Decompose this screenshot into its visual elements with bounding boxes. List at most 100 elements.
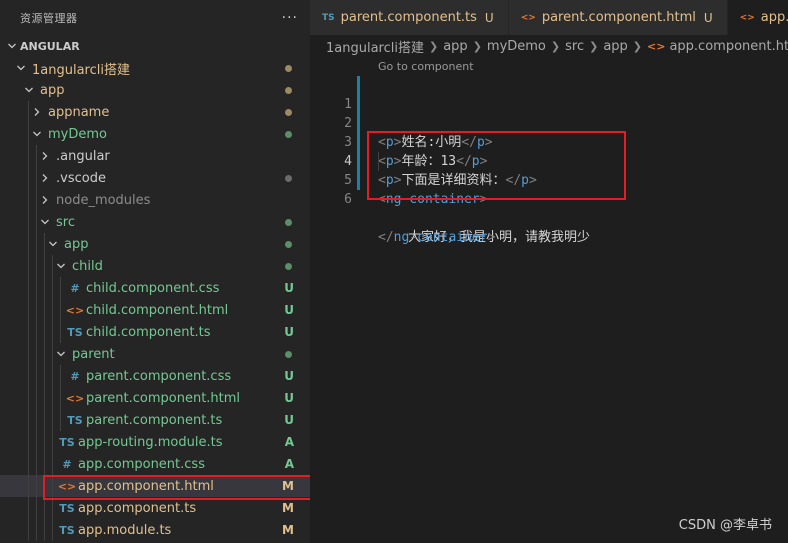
breadcrumb-item[interactable]: 1angularcli搭建 xyxy=(326,37,424,56)
tree-file[interactable]: TS child.component.ts U xyxy=(0,321,310,343)
css-file-icon: # xyxy=(70,369,80,383)
more-actions-icon[interactable]: ··· xyxy=(282,10,298,26)
tree-folder[interactable]: appname xyxy=(0,101,310,123)
git-status-badge: U xyxy=(284,281,294,295)
tree-file[interactable]: # parent.component.css U xyxy=(0,365,310,387)
tree-item-label: parent.component.ts xyxy=(86,412,223,428)
tree-folder[interactable]: child xyxy=(0,255,310,277)
indent-guide xyxy=(44,409,45,431)
chevron-right-icon: ❯ xyxy=(428,39,439,53)
indent-guide xyxy=(36,321,37,343)
tree-file[interactable]: <> child.component.html U xyxy=(0,299,310,321)
indent-guide xyxy=(28,145,29,167)
tree-item-label: src xyxy=(56,214,75,230)
git-status-badge: U xyxy=(284,391,294,405)
breadcrumb-item[interactable]: myDemo xyxy=(487,39,546,54)
tree-folder[interactable]: .angular xyxy=(0,145,310,167)
tree-folder[interactable]: .vscode xyxy=(0,167,310,189)
indent-guide xyxy=(60,409,61,431)
tree-file[interactable]: # child.component.css U xyxy=(0,277,310,299)
tree-folder[interactable]: parent xyxy=(0,343,310,365)
tree-folder[interactable]: node_modules xyxy=(0,189,310,211)
indent-guide xyxy=(60,299,61,321)
workspace-section-title: ANGULAR xyxy=(20,39,80,53)
tab-git-badge: U xyxy=(703,10,713,25)
indent-guide xyxy=(28,211,29,233)
indent-guide xyxy=(36,387,37,409)
tree-folder[interactable]: app xyxy=(0,233,310,255)
indent-guide xyxy=(52,497,53,519)
file-tree: 1angularcli搭建 app appname myDemo .angular .vs… xyxy=(0,57,310,541)
indent-guide xyxy=(44,233,45,255)
tree-file[interactable]: <> parent.component.html U xyxy=(0,387,310,409)
explorer-title: 资源管理器 xyxy=(20,11,78,25)
indent-guide xyxy=(28,431,29,453)
indent-guide xyxy=(52,321,53,343)
git-status-dot xyxy=(285,174,292,182)
tree-folder[interactable]: app xyxy=(0,79,310,101)
tree-file[interactable]: TS app.component.ts M xyxy=(0,497,310,519)
workspace-section-header[interactable]: ANGULAR xyxy=(0,35,310,57)
line-number: 6 xyxy=(344,192,352,207)
tree-folder[interactable]: myDemo xyxy=(0,123,310,145)
indent-guide xyxy=(36,299,37,321)
chevron-right-icon: ❯ xyxy=(632,39,643,53)
typescript-file-icon: TS xyxy=(67,325,83,339)
tree-folder[interactable]: src xyxy=(0,211,310,233)
breadcrumb-file[interactable]: app.component.html xyxy=(669,39,788,54)
indent-guide xyxy=(36,211,37,233)
tree-item-label: appname xyxy=(48,104,110,120)
breadcrumb-item[interactable]: src xyxy=(565,39,584,54)
git-status-dot xyxy=(285,86,292,94)
indent-guide xyxy=(44,453,45,475)
tab-parent-component-html[interactable]: <> parent.component.html U xyxy=(508,0,728,35)
css-file-icon: # xyxy=(62,457,72,471)
git-status-dot xyxy=(285,350,292,358)
indent-guide xyxy=(60,321,61,343)
indent-guide xyxy=(28,321,29,343)
git-status-dot xyxy=(285,262,292,270)
indent-guide xyxy=(36,409,37,431)
tree-folder[interactable]: 1angularcli搭建 xyxy=(0,57,310,79)
chevron-right-icon: ❯ xyxy=(589,39,599,53)
chevron-down-icon xyxy=(46,239,60,249)
indent-guide xyxy=(44,343,45,365)
breadcrumb-item[interactable]: app xyxy=(603,39,627,54)
typescript-file-icon: TS xyxy=(67,413,83,427)
chevron-down-icon xyxy=(54,349,68,359)
tree-file[interactable]: TS parent.component.ts U xyxy=(0,409,310,431)
codelens-go-to-component[interactable]: Go to component xyxy=(378,60,474,73)
editor-area: TS parent.component.ts U <> parent.compo… xyxy=(310,0,788,543)
tree-item-label: app-routing.module.ts xyxy=(78,434,223,450)
tab-parent-component-ts[interactable]: TS parent.component.ts U xyxy=(310,0,509,35)
html-file-icon: <> xyxy=(520,12,536,23)
tree-item-label: app xyxy=(64,236,89,252)
indent-guide xyxy=(52,431,53,453)
indent-guide xyxy=(44,497,45,519)
git-status-dot xyxy=(285,130,292,138)
git-status-badge: U xyxy=(284,325,294,339)
tree-item-label: node_modules xyxy=(56,192,151,208)
indent-guide xyxy=(44,387,45,409)
indent-guide xyxy=(36,145,37,167)
highlight-box-selected-file xyxy=(43,475,310,500)
indent-guide xyxy=(52,277,53,299)
tree-file[interactable]: TS app-routing.module.ts A xyxy=(0,431,310,453)
indent-guide xyxy=(36,343,37,365)
chevron-right-icon xyxy=(38,195,52,205)
git-added-gutter xyxy=(357,95,360,114)
tab-app-component-html[interactable]: <> app.com xyxy=(727,0,788,35)
git-added-gutter xyxy=(357,171,360,190)
tree-file[interactable]: # app.component.css A xyxy=(0,453,310,475)
indent-guide xyxy=(36,277,37,299)
tree-file[interactable]: TS app.module.ts M xyxy=(0,519,310,541)
git-added-gutter xyxy=(357,152,360,171)
tree-item-label: parent.component.css xyxy=(86,368,232,384)
breadcrumb-item[interactable]: app xyxy=(443,39,467,54)
tree-item-label: app xyxy=(40,82,65,98)
indent-guide xyxy=(28,101,29,123)
chevron-down-icon xyxy=(30,129,44,139)
git-status-badge: U xyxy=(284,369,294,383)
css-file-icon: # xyxy=(70,281,80,295)
indent-guide xyxy=(28,497,29,519)
